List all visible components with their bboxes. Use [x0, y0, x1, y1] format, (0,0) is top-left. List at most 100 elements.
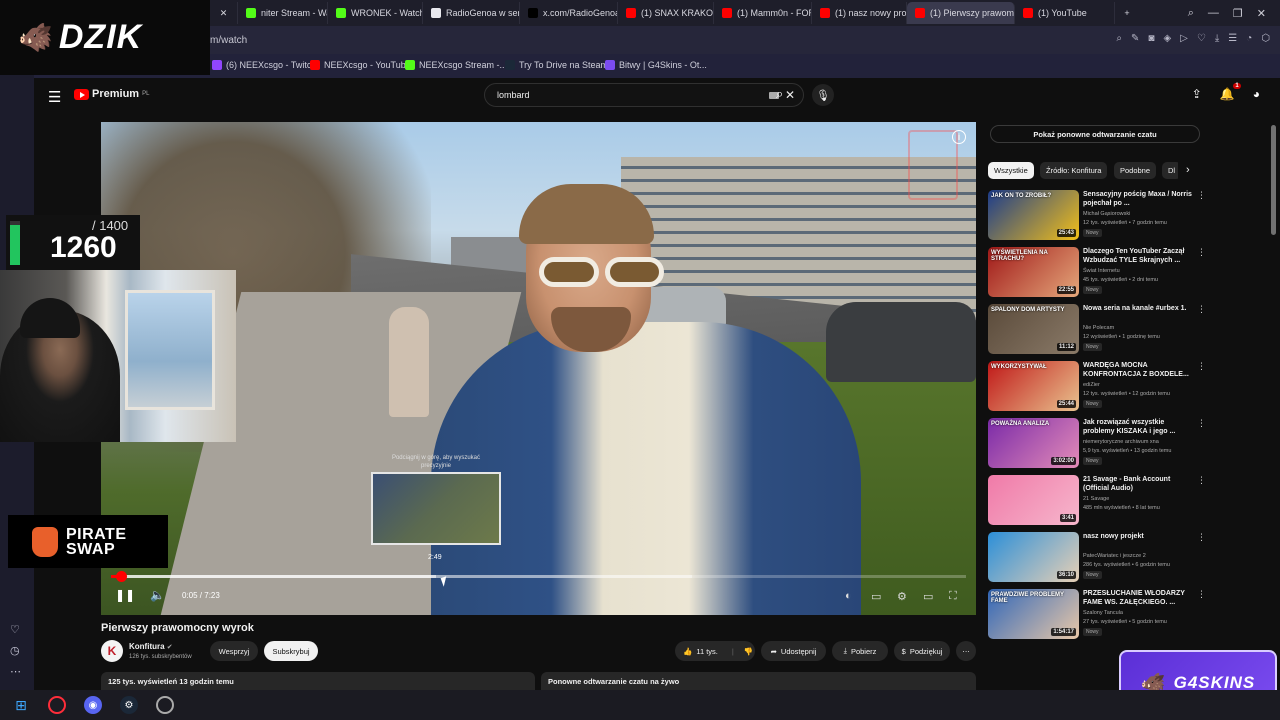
chat-replay-box[interactable]: Ponowne odtwarzanie czatu na żywo [541, 672, 976, 690]
video-thumbnail[interactable]: PRAWDZIWE PROBLEMY FAME 1:54:17 [988, 589, 1079, 639]
video-channel[interactable]: Nie Polecam [1083, 325, 1114, 331]
join-button[interactable]: Wesprzyj [210, 641, 258, 661]
extensions-icon[interactable]: ⬡ [1261, 33, 1270, 44]
search-tabs-icon[interactable]: ⌕ [1188, 7, 1194, 20]
recommended-video[interactable]: 3:41 21 Savage - Bank Account (Official A… [988, 475, 1213, 529]
recommended-video[interactable]: JAK ON TO ZROBIŁ? 25:43 Sensacyjny pościg … [988, 190, 1213, 244]
profile-icon[interactable]: ◔ [1246, 33, 1252, 44]
video-title[interactable]: PRZESŁUCHANIE WŁODARZY FAME WS. ZAŁĘCKIE… [1083, 589, 1195, 607]
notifications-icon[interactable]: 🔔 1 [1220, 83, 1241, 101]
hamburger-menu-icon[interactable]: ☰ [48, 88, 61, 106]
download-icon[interactable]: ⤓ [1215, 33, 1219, 44]
bookmark-item[interactable]: Bitwy | G4Skins - Ot... [605, 60, 707, 70]
video-thumbnail[interactable]: WYKORZYSTYWAŁ 25:44 [988, 361, 1079, 411]
opera-icon[interactable] [48, 696, 66, 714]
more-options-icon[interactable]: ⋮ [1197, 304, 1206, 315]
show-chat-replay-button[interactable]: Pokaż ponowne odtwarzanie czatu [990, 125, 1200, 143]
menu-icon[interactable]: ☰ [1228, 33, 1237, 44]
recommended-video[interactable]: PRAWDZIWE PROBLEMY FAME 1:54:17 PRZESŁUCHA… [988, 589, 1213, 643]
more-options-icon[interactable]: ⋮ [1197, 589, 1206, 600]
history-icon[interactable]: ◷ [10, 644, 20, 657]
recommended-video[interactable]: 36:10 nasz nowy projekt PatecWariatec i je… [988, 532, 1213, 586]
youtube-logo[interactable]: Premium PL [74, 88, 149, 100]
more-options-icon[interactable]: ⋮ [1197, 475, 1206, 486]
video-title[interactable]: Sensacyjny pościg Maxa / Norris pojechał… [1083, 190, 1195, 208]
recommended-video[interactable]: POWAŻNA ANALIZA 3:02:00 Jak rozwiązać wszy… [988, 418, 1213, 472]
subscribe-button[interactable]: Subskrybuj [264, 641, 318, 661]
browser-tab[interactable]: (1) Pierwszy prawomo [907, 2, 1015, 24]
new-tab-icon[interactable]: + [1115, 2, 1139, 24]
like-count[interactable]: 11 tys. [696, 647, 718, 656]
video-title[interactable]: Jak rozwiązać wszystkie problemy KISZAKA… [1083, 418, 1195, 436]
upload-icon[interactable]: ⇪ [1192, 87, 1202, 101]
video-title[interactable]: 21 Savage - Bank Account (Official Audio… [1083, 475, 1195, 493]
dislike-icon[interactable]: 👎 [744, 647, 753, 656]
video-thumbnail[interactable]: JAK ON TO ZROBIŁ? 25:43 [988, 190, 1079, 240]
browser-tab[interactable]: x.com/RadioGenoa/s [520, 2, 618, 24]
description-box[interactable]: 125 tys. wyświetleń 13 godzin temu [101, 672, 535, 690]
browser-tab[interactable]: (1) Mamm0n - FORTI [714, 2, 812, 24]
windows-start-icon[interactable]: ⊞ [12, 696, 30, 714]
video-channel[interactable]: Świat Internetu [1083, 268, 1120, 274]
bookmark-item[interactable]: Try To Drive na Steam [505, 60, 608, 70]
progress-bar[interactable] [111, 571, 966, 582]
thanks-button[interactable]: $ Podziękuj [894, 641, 950, 661]
browser-tab[interactable]: (1) SNAX KRAKOWSK [618, 2, 714, 24]
recommended-video[interactable]: WYKORZYSTYWAŁ 25:44 WARDĘGA MOCNA KONFRONT… [988, 361, 1213, 415]
discord-icon[interactable]: ◉ [84, 696, 102, 714]
search-input[interactable]: lombard ✕ [484, 83, 804, 107]
browser-tab[interactable]: (1) nasz nowy projek [812, 2, 907, 24]
recommended-video[interactable]: WYŚWIETLENIA NA STRACHU? 22:55 Dlaczego Te… [988, 247, 1213, 301]
zoom-icon[interactable]: ⌕ [1116, 33, 1122, 44]
bookmark-item[interactable]: NEEXcsgo Stream -... [405, 60, 507, 70]
search-button[interactable]: ⌕ [776, 86, 783, 102]
subtitles-icon[interactable]: ▭ [871, 590, 881, 603]
url-field[interactable]: m/watch [210, 35, 247, 46]
browser-tab[interactable]: RadioGenoa w serwis [423, 2, 520, 24]
video-channel[interactable]: Szalony Tancula [1083, 610, 1123, 616]
more-options-icon[interactable]: ⋮ [1197, 532, 1206, 543]
video-thumbnail[interactable]: WYŚWIETLENIA NA STRACHU? 22:55 [988, 247, 1079, 297]
shield-icon[interactable]: ◈ [1163, 33, 1171, 44]
pause-button[interactable]: ❚❚ [115, 588, 135, 602]
bookmark-item[interactable]: (6) NEEXcsgo - Twitch [212, 60, 316, 70]
tab-close-icon[interactable]: ✕ [210, 2, 238, 24]
heart-icon[interactable]: ♡ [1197, 33, 1206, 44]
video-channel[interactable]: 21 Savage [1083, 496, 1109, 502]
app-icon[interactable] [156, 696, 174, 714]
video-title[interactable]: nasz nowy projekt [1083, 532, 1195, 541]
volume-icon[interactable]: 🔈 [150, 588, 165, 602]
scrollbar[interactable] [1271, 125, 1276, 235]
share-button[interactable]: ➦ Udostępnij [761, 641, 826, 661]
more-actions-icon[interactable]: ⋯ [956, 641, 976, 661]
filter-chip[interactable]: Podobne [1114, 162, 1157, 179]
theater-mode-icon[interactable]: ▭ [923, 590, 933, 603]
like-icon[interactable]: 👍 [683, 647, 692, 656]
more-options-icon[interactable]: ⋮ [1197, 190, 1206, 201]
video-channel[interactable]: ediZier [1083, 382, 1100, 388]
video-thumbnail[interactable]: SPALONY DOM ARTYSTY 11:12 [988, 304, 1079, 354]
steam-icon[interactable]: ⚙ [120, 696, 138, 714]
recommended-video[interactable]: SPALONY DOM ARTYSTY 11:12 Nowa seria na ka… [988, 304, 1213, 358]
play-icon[interactable]: ▷ [1180, 33, 1188, 44]
filter-chip[interactable]: Źródło: Konfitura [1040, 162, 1108, 179]
video-title[interactable]: WARDĘGA MOCNA KONFRONTACJA Z BOXDELE... [1083, 361, 1195, 379]
microphone-icon[interactable]: 🎙 [812, 84, 834, 106]
channel-watermark[interactable] [908, 130, 958, 200]
channel-name[interactable]: Konfitura ✔ [129, 642, 173, 651]
browser-tab[interactable]: niter Stream - Watch [238, 2, 328, 24]
close-window-icon[interactable]: ✕ [1257, 7, 1266, 20]
more-options-icon[interactable]: ⋮ [1197, 247, 1206, 258]
video-title[interactable]: Nowa seria na kanale #urbex 1. [1083, 304, 1195, 313]
account-avatar[interactable]: ◕ [1253, 87, 1260, 101]
minimize-icon[interactable]: — [1208, 7, 1219, 20]
video-channel[interactable]: PatecWariatec i jeszcze 2 [1083, 553, 1146, 559]
info-icon[interactable]: i [952, 130, 966, 144]
more-options-icon[interactable]: ⋮ [1197, 361, 1206, 372]
chevron-right-icon[interactable]: › [1186, 164, 1190, 176]
autoplay-toggle[interactable]: ◐ [845, 590, 852, 602]
filter-chip[interactable]: Dl [1162, 162, 1178, 179]
browser-tab[interactable]: (1) YouTube [1015, 2, 1115, 24]
clear-search-icon[interactable]: ✕ [785, 88, 795, 102]
video-thumbnail[interactable]: 36:10 [988, 532, 1079, 582]
